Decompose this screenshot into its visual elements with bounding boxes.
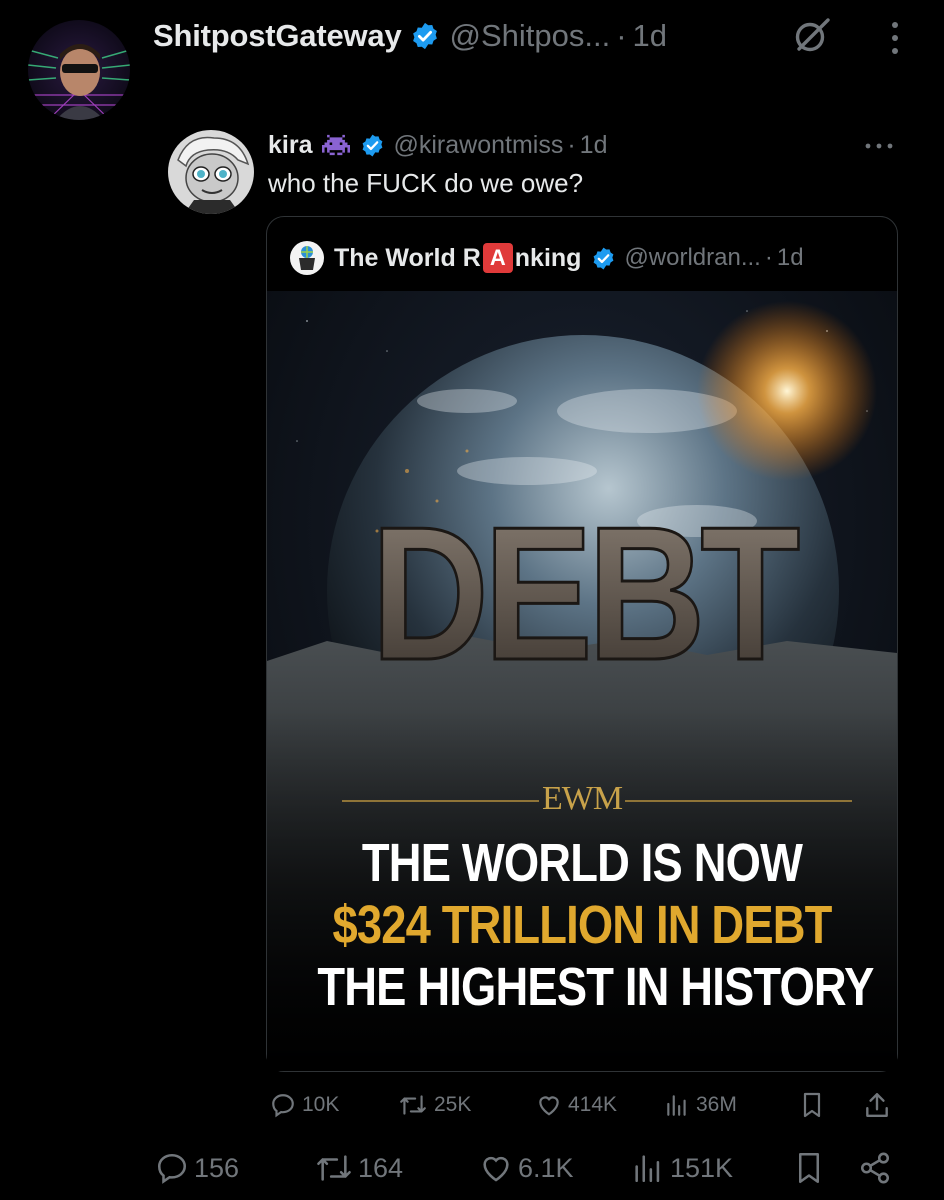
heart-icon	[483, 1156, 509, 1182]
letter-a-badge: A	[482, 243, 513, 273]
headline-line-2: $324 TRILLION IN DEBT	[332, 895, 832, 955]
quoted-display-name[interactable]: The World R A nking	[334, 243, 581, 273]
like-button[interactable]: 6.1K	[478, 1150, 574, 1186]
share-nodes-icon	[860, 1152, 890, 1184]
quoted-views-count: 36M	[696, 1093, 737, 1116]
reply-icon	[272, 1094, 294, 1118]
bookmark-icon	[799, 1153, 819, 1183]
quoted-reply-count: 10K	[302, 1093, 340, 1116]
like-count: 6.1K	[518, 1152, 574, 1183]
brand-logo-row: EWM	[267, 780, 897, 820]
reply-icon	[157, 1153, 187, 1184]
share-button[interactable]	[858, 1150, 892, 1186]
views-count: 151K	[670, 1152, 734, 1183]
debt-relief-lettering: DEBT	[370, 486, 806, 701]
verified-badge-icon	[363, 134, 383, 156]
quoted-repost-button[interactable]: 25K	[398, 1090, 471, 1120]
bookmark-icon	[803, 1092, 821, 1118]
headline-line-1: THE WORLD IS NOW	[361, 833, 803, 893]
space-invader-icon	[322, 134, 351, 156]
avatar-kira[interactable]	[168, 130, 254, 214]
headline-line-3: THE HIGHEST IN HISTORY	[317, 957, 874, 1017]
quoted-share-button[interactable]	[864, 1090, 890, 1120]
quoted-like-button[interactable]: 414K	[536, 1090, 617, 1120]
quoted-bookmark-button[interactable]	[800, 1090, 824, 1120]
outer-tweet-header: ShitpostGateway @Shitpos... · 1d	[153, 14, 667, 58]
quoted-handle[interactable]: @worldran...	[624, 244, 760, 272]
heart-icon	[539, 1096, 559, 1116]
verified-badge-icon	[412, 22, 437, 50]
reply-separator: ·	[567, 130, 576, 159]
quoted-timestamp[interactable]: 1d	[777, 244, 804, 272]
quoted-name-part-2: nking	[514, 243, 582, 272]
share-icon	[866, 1093, 888, 1117]
verified-badge-icon	[594, 247, 614, 269]
repost-count: 164	[358, 1152, 404, 1183]
quoted-separator: ·	[764, 244, 773, 271]
quoted-repost-count: 25K	[434, 1093, 472, 1116]
quoted-tweet-header: The World R A nking @worldran... · 1d	[290, 240, 804, 276]
reply-count: 156	[194, 1152, 240, 1183]
outer-timestamp[interactable]: 1d	[633, 18, 667, 54]
outer-handle[interactable]: @Shitpos...	[450, 18, 611, 54]
avatar-worldranking[interactable]	[290, 241, 324, 275]
views-chart-icon	[635, 1155, 660, 1183]
views-chart-icon	[667, 1095, 686, 1116]
outer-separator: ·	[616, 18, 627, 53]
brand-logo: EWM	[541, 780, 623, 817]
quoted-name-part-1: The World R	[334, 243, 481, 272]
grok-icon[interactable]	[793, 16, 831, 54]
reply-button[interactable]: 156	[154, 1150, 239, 1186]
views-button[interactable]: 151K	[630, 1150, 733, 1186]
reply-tweet-text: who the FUCK do we owe?	[268, 168, 584, 198]
bookmark-button[interactable]	[794, 1150, 824, 1186]
repost-button[interactable]: 164	[314, 1150, 403, 1186]
more-options-icon[interactable]	[864, 142, 894, 150]
more-options-icon[interactable]	[886, 20, 904, 56]
reply-display-name[interactable]: kira	[268, 131, 312, 160]
avatar-shitpostgateway[interactable]	[28, 20, 130, 120]
repost-icon	[317, 1155, 351, 1181]
quoted-views-button[interactable]: 36M	[664, 1090, 737, 1120]
svg-text:DEBT: DEBT	[371, 487, 799, 699]
reply-tweet-header: kira @kirawontmiss · 1d	[268, 128, 607, 162]
quoted-reply-button[interactable]: 10K	[270, 1090, 339, 1120]
reply-timestamp[interactable]: 1d	[580, 131, 608, 160]
reply-handle[interactable]: @kirawontmiss	[393, 131, 563, 160]
repost-icon	[400, 1095, 426, 1115]
outer-display-name[interactable]: ShitpostGateway	[153, 18, 402, 54]
quoted-like-count: 414K	[568, 1093, 618, 1116]
